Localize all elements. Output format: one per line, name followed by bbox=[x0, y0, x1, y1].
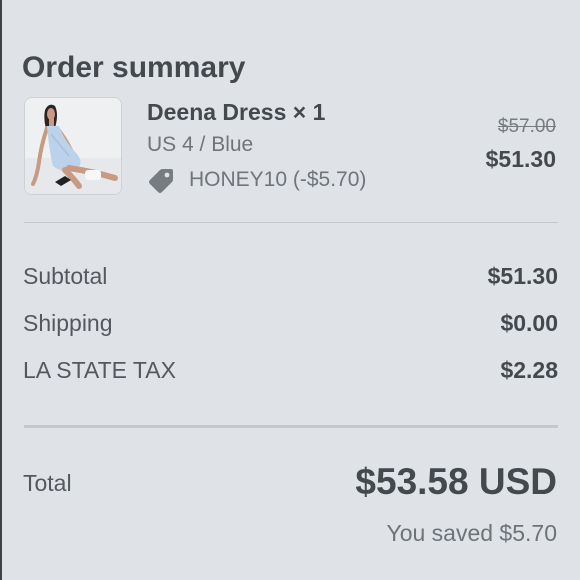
total-value: $53.58 USD bbox=[355, 461, 557, 502]
product-photo-icon bbox=[25, 98, 121, 194]
discount-label: HONEY10 (-$5.70) bbox=[189, 168, 367, 191]
product-variant: US 4 / Blue bbox=[147, 133, 254, 156]
product-thumbnail bbox=[24, 97, 122, 195]
discount-code: HONEY10 (-$5.70) bbox=[147, 166, 366, 194]
savings-text: You saved $5.70 bbox=[386, 520, 557, 546]
order-summary-title: Order summary bbox=[22, 51, 246, 84]
original-price: $57.00 bbox=[497, 116, 556, 137]
subtotal-value: $51.30 bbox=[487, 263, 558, 289]
tax-row: LA STATE TAX $2.28 bbox=[23, 357, 558, 384]
subtotal-label: Subtotal bbox=[23, 263, 108, 289]
divider bbox=[24, 425, 558, 428]
total-label: Total bbox=[23, 470, 72, 496]
divider bbox=[24, 222, 558, 223]
panel-left-border bbox=[0, 0, 2, 580]
shipping-value: $0.00 bbox=[500, 310, 558, 336]
tag-icon bbox=[147, 166, 175, 194]
shipping-label: Shipping bbox=[23, 310, 113, 336]
product-name: Deena Dress × 1 bbox=[147, 99, 326, 125]
tax-value: $2.28 bbox=[500, 357, 558, 383]
item-price: $51.30 bbox=[485, 146, 556, 172]
shipping-row: Shipping $0.00 bbox=[23, 310, 558, 337]
subtotal-row: Subtotal $51.30 bbox=[23, 263, 558, 290]
tax-label: LA STATE TAX bbox=[23, 357, 176, 383]
